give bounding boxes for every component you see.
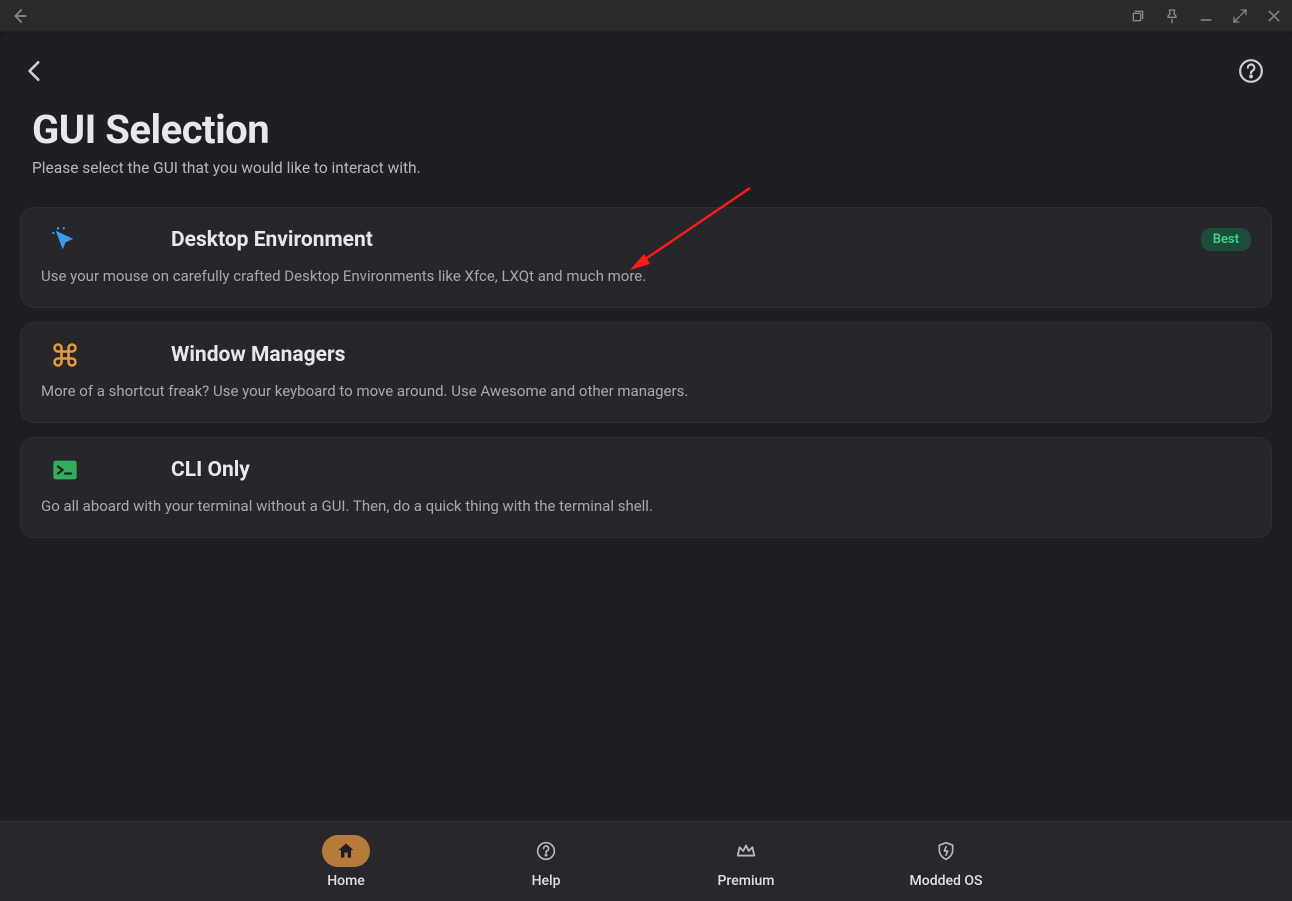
option-title: CLI Only <box>171 458 250 482</box>
option-window-managers[interactable]: Window Managers More of a shortcut freak… <box>20 322 1272 423</box>
page-topbar <box>0 32 1292 92</box>
best-badge: Best <box>1201 228 1251 251</box>
titlebar-minimize-icon[interactable] <box>1198 8 1214 24</box>
nav-label: Help <box>532 873 561 889</box>
option-cli-only[interactable]: CLI Only Go all aboard with your termina… <box>20 437 1272 538</box>
option-description: Use your mouse on carefully crafted Desk… <box>41 266 1251 287</box>
nav-label: Premium <box>718 873 775 889</box>
help-button[interactable] <box>1238 58 1264 88</box>
option-desktop-environment[interactable]: Desktop Environment Best Use your mouse … <box>20 207 1272 308</box>
nav-label: Modded OS <box>910 873 983 889</box>
nav-label: Home <box>327 873 365 889</box>
crown-icon <box>722 835 770 867</box>
option-description: More of a shortcut freak? Use your keybo… <box>41 381 1251 402</box>
nav-premium[interactable]: Premium <box>706 835 786 889</box>
shield-bolt-icon <box>922 835 970 867</box>
home-icon <box>322 835 370 867</box>
page-header: GUI Selection Please select the GUI that… <box>0 92 1292 185</box>
option-description: Go all aboard with your terminal without… <box>41 496 1251 517</box>
terminal-icon <box>41 456 171 484</box>
titlebar-maximize-icon[interactable] <box>1232 8 1248 24</box>
command-key-icon <box>41 341 171 369</box>
option-title: Desktop Environment <box>171 228 373 252</box>
app-window: GUI Selection Please select the GUI that… <box>0 32 1292 901</box>
cursor-click-icon <box>41 226 171 254</box>
option-list: Desktop Environment Best Use your mouse … <box>0 185 1292 538</box>
nav-modded-os[interactable]: Modded OS <box>906 835 986 889</box>
titlebar-back-button[interactable] <box>10 7 28 25</box>
nav-home[interactable]: Home <box>306 835 386 889</box>
titlebar-pin-icon[interactable] <box>1164 8 1180 24</box>
page-subtitle: Please select the GUI that you would lik… <box>32 159 1260 177</box>
help-circle-icon <box>522 835 570 867</box>
titlebar-restore-icon[interactable] <box>1130 8 1146 24</box>
titlebar-close-icon[interactable] <box>1266 8 1282 24</box>
window-titlebar <box>0 0 1292 32</box>
page-title: GUI Selection <box>32 106 1260 153</box>
bottom-nav: Home Help Premium Modded OS <box>0 821 1292 901</box>
nav-help[interactable]: Help <box>506 835 586 889</box>
back-button[interactable] <box>22 58 48 88</box>
option-title: Window Managers <box>171 343 345 367</box>
